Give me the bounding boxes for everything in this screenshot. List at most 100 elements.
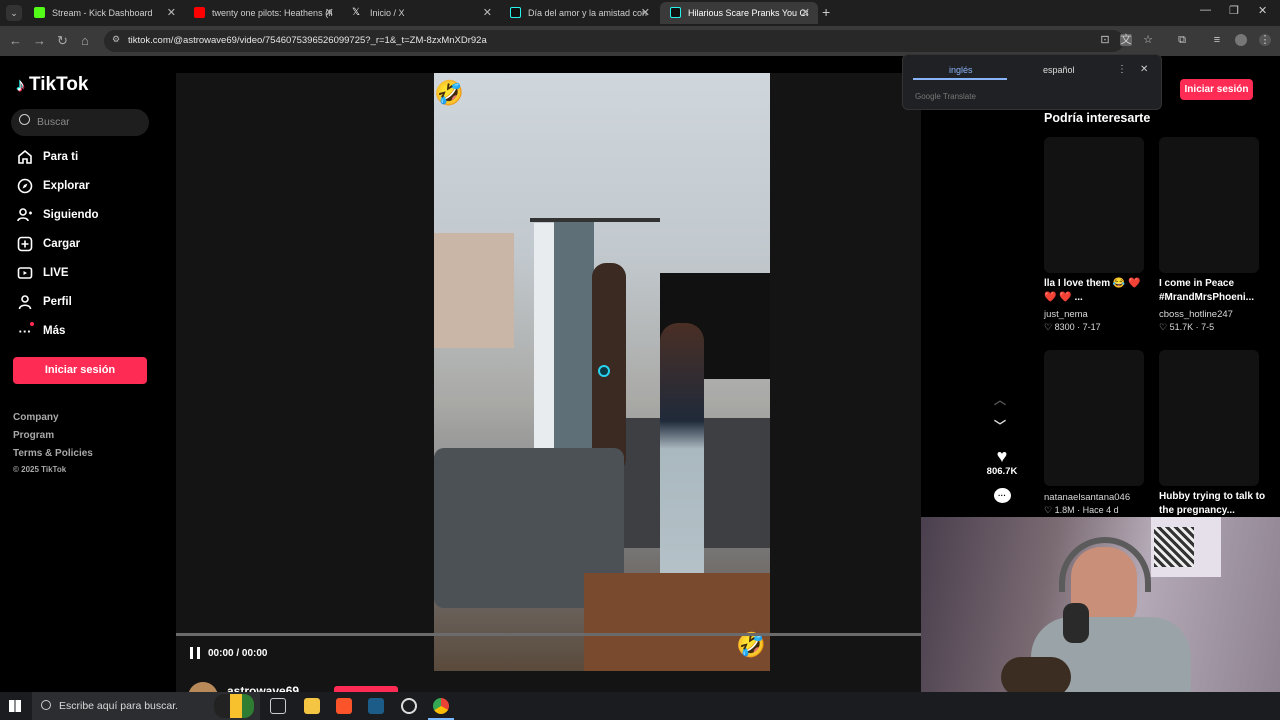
next-video-chevron-icon[interactable]: ﹀: [994, 417, 1006, 434]
like-button[interactable]: ♥ 806.7K: [982, 446, 1022, 477]
new-tab-button[interactable]: +: [822, 4, 830, 20]
pause-icon[interactable]: [190, 647, 200, 659]
site-info-icon[interactable]: ⚙: [112, 34, 120, 45]
lang-source-tab[interactable]: inglés: [949, 65, 973, 75]
nav-mas[interactable]: ··· Más: [16, 322, 65, 340]
microphone: [1063, 603, 1089, 643]
url-text: tiktok.com/@astrowave69/video/7546075396…: [128, 35, 487, 46]
tab-label: Hilarious Scare Pranks You Can: [688, 8, 808, 18]
card-title[interactable]: lla I love them 😂 ❤️ ❤️ ❤️ ...: [1044, 277, 1144, 305]
card-meta: ♡ 1.8M · Hace 4 d: [1044, 505, 1119, 515]
footer-program-link[interactable]: Program: [13, 430, 54, 441]
like-count: 806.7K: [986, 466, 1018, 477]
profile-avatar[interactable]: [1235, 34, 1247, 46]
reload-icon[interactable]: ↻: [57, 33, 68, 49]
window-close-button[interactable]: ✕: [1258, 4, 1267, 17]
search-placeholder: Buscar: [37, 116, 70, 128]
comment-button[interactable]: ···: [982, 488, 1022, 503]
task-view-icon[interactable]: [270, 698, 286, 714]
laughing-emoji-icon: 🤣: [434, 80, 464, 107]
url-field[interactable]: ⚙ tiktok.com/@astrowave69/video/75460753…: [104, 30, 1124, 52]
login-button[interactable]: Iniciar sesión: [13, 357, 147, 384]
comment-icon: ···: [993, 488, 1011, 503]
close-icon[interactable]: ✕: [325, 6, 334, 19]
steam-icon[interactable]: [368, 698, 384, 714]
chrome-icon[interactable]: [433, 698, 449, 714]
curtain-rod: [530, 218, 660, 222]
tab-label: Día del amor y la amistad con F: [528, 8, 648, 18]
bookmark-star-icon[interactable]: ☆: [1142, 34, 1154, 46]
home-icon[interactable]: ⌂: [81, 33, 89, 48]
video-time: 00:00 / 00:00: [208, 647, 268, 659]
tiktok-logo[interactable]: ♪ TikTok: [16, 74, 88, 96]
playback-controls: 00:00 / 00:00: [190, 647, 268, 659]
suggestion-card[interactable]: [1044, 350, 1144, 486]
close-icon[interactable]: ✕: [641, 6, 650, 19]
close-icon[interactable]: ✕: [167, 6, 176, 19]
app-icon[interactable]: [401, 698, 417, 714]
card-user[interactable]: just_nema: [1044, 309, 1088, 320]
tiktok-note-icon: ♪: [16, 74, 25, 95]
logo-text: TikTok: [29, 74, 89, 95]
tab-tiktok-active[interactable]: Hilarious Scare Pranks You Can ✕: [660, 2, 818, 24]
heart-icon: ♥: [996, 446, 1008, 466]
translate-close-icon[interactable]: ✕: [1140, 64, 1148, 75]
forward-icon[interactable]: →: [33, 33, 46, 48]
taskbar-search-input[interactable]: Escribe aquí para buscar.: [32, 692, 260, 720]
address-toolbar: ← → ↻ ⌂ ⚙ tiktok.com/@astrowave69/video/…: [0, 26, 1280, 56]
search-input[interactable]: Buscar: [11, 109, 149, 136]
card-user[interactable]: natanaelsantana046: [1044, 492, 1130, 503]
windows-start-icon[interactable]: [9, 700, 21, 712]
minimize-button[interactable]: —: [1200, 4, 1211, 16]
translate-icon[interactable]: 文: [1120, 34, 1132, 46]
nav-perfil[interactable]: Perfil: [16, 293, 72, 311]
nav-cargar[interactable]: Cargar: [16, 235, 80, 253]
following-icon: [16, 206, 34, 224]
close-icon[interactable]: ✕: [801, 6, 810, 19]
back-icon[interactable]: ←: [9, 33, 22, 48]
video-progress-bar[interactable]: [176, 633, 921, 636]
restore-button[interactable]: ❐: [1229, 4, 1239, 17]
login-button-top[interactable]: Iniciar sesión: [1180, 79, 1253, 100]
suggestion-card[interactable]: [1044, 137, 1144, 273]
card-title[interactable]: Hubby trying to talk to the pregnancy...: [1159, 490, 1269, 518]
suggestion-card[interactable]: [1159, 137, 1259, 273]
search-icon: [19, 114, 30, 125]
mouse-cursor-icon: [598, 365, 610, 377]
tab-search-icon[interactable]: ⌄: [6, 5, 22, 21]
nav-para-ti[interactable]: Para ti: [16, 148, 78, 166]
tab-youtube[interactable]: twenty one pilots: Heathens (fr ✕: [184, 2, 342, 24]
close-icon[interactable]: ✕: [483, 6, 492, 19]
windows-taskbar: Escribe aquí para buscar.: [0, 692, 1280, 720]
nav-explorar[interactable]: Explorar: [16, 177, 90, 195]
nav-label: Explorar: [43, 180, 90, 192]
search-icon: [41, 700, 51, 710]
nav-live[interactable]: LIVE: [16, 264, 69, 282]
video-player[interactable]: 🤣 🤣: [434, 73, 770, 671]
extensions-icon[interactable]: ⧉: [1176, 34, 1188, 46]
menu-icon[interactable]: ⋮: [1259, 34, 1271, 46]
translate-menu-icon[interactable]: ⋮: [1117, 64, 1127, 75]
card-title[interactable]: I come in Peace #MrandMrsPhoeni...: [1159, 277, 1267, 305]
file-explorer-icon[interactable]: [304, 698, 320, 714]
live-icon: [16, 264, 34, 282]
tab-tiktok-amistad[interactable]: Día del amor y la amistad con F ✕: [500, 2, 658, 24]
nav-siguiendo[interactable]: Siguiendo: [16, 206, 99, 224]
media-icon[interactable]: ≡: [1211, 34, 1223, 46]
install-icon[interactable]: ⊡: [1099, 34, 1111, 46]
lang-target-tab[interactable]: español: [1043, 65, 1075, 75]
nav-label: Cargar: [43, 238, 81, 250]
cat: [1001, 657, 1071, 697]
prev-video-chevron-icon[interactable]: ︿: [994, 391, 1006, 408]
brave-icon[interactable]: [336, 698, 352, 714]
footer-company-link[interactable]: Company: [13, 412, 59, 423]
footer-copyright: © 2025 TikTok: [13, 465, 67, 474]
suggestion-card[interactable]: [1159, 350, 1259, 486]
webcam-overlay: [921, 517, 1280, 697]
tab-x[interactable]: 𝕏 Inicio / X ✕: [342, 2, 500, 24]
home-icon: [16, 148, 34, 166]
card-user[interactable]: cboss_hotline247: [1159, 309, 1233, 320]
footer-terms-link[interactable]: Terms & Policies: [13, 448, 93, 459]
nav-label: Siguiendo: [43, 209, 99, 221]
tab-kick[interactable]: Stream - Kick Dashboard ✕: [24, 2, 184, 24]
